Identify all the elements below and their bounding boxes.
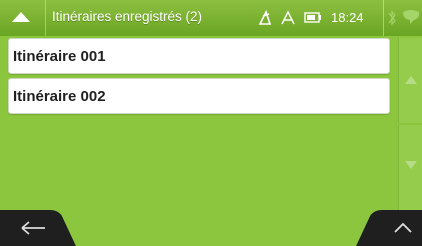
gps-icon [280,0,296,36]
back-arrow-icon [21,221,45,235]
list-item[interactable]: Itinéraire 001 [8,38,390,74]
scroll-top-button[interactable] [366,210,422,246]
divider [383,0,384,36]
route-list: Itinéraire 001 Itinéraire 002 [8,38,390,118]
arrow-down-icon [405,161,417,169]
back-button[interactable] [0,210,70,246]
bluetooth-icon [386,0,398,36]
divider [45,0,46,36]
title-bar: Itinéraires enregistrés (2) 18:24 [0,0,422,36]
route-list-panel: Itinéraire 001 Itinéraire 002 [0,36,422,210]
scroll-down-button[interactable] [398,125,422,210]
list-item[interactable]: Itinéraire 002 [8,78,390,114]
bottom-bar [0,210,422,246]
clock: 18:24 [331,10,364,25]
message-icon[interactable] [400,0,422,36]
scrollbar [398,38,422,210]
satellite-icon [257,0,273,36]
chevron-up-icon [394,222,412,233]
page-title: Itinéraires enregistrés (2) [52,9,203,24]
battery-icon [302,0,324,36]
chevron-up-icon[interactable] [10,6,32,28]
scroll-up-button[interactable] [398,38,422,123]
arrow-up-icon [405,76,417,84]
